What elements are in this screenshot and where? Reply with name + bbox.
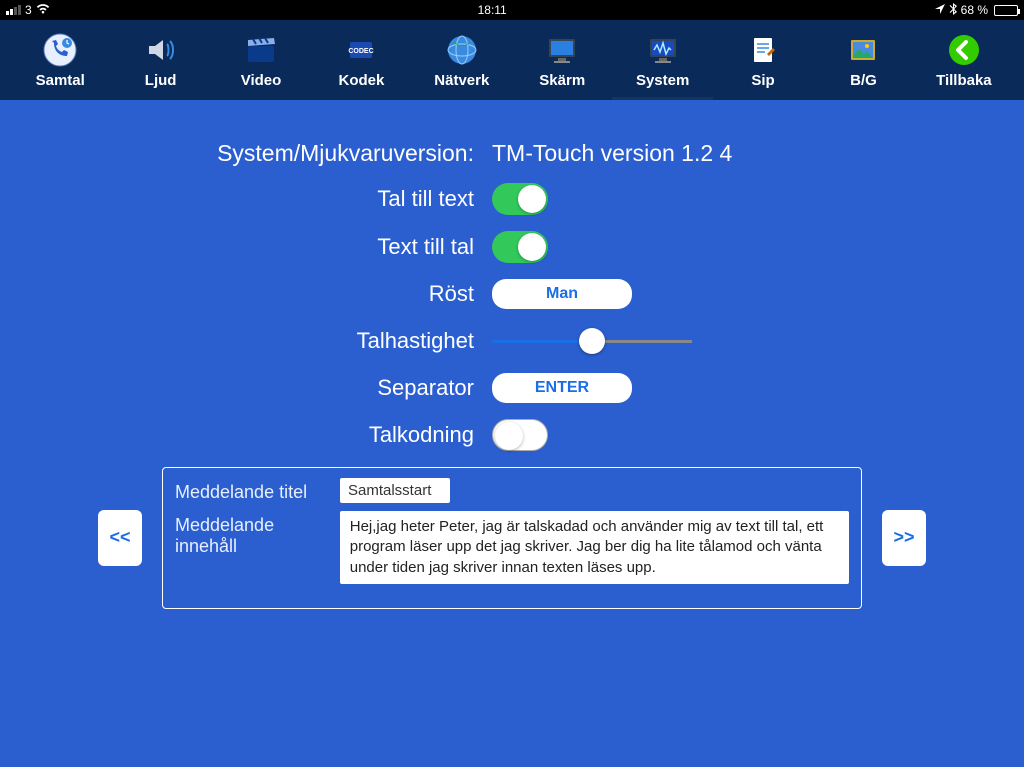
battery-icon	[994, 5, 1018, 16]
globe-icon	[444, 32, 480, 68]
battery-text: 68 %	[961, 3, 988, 17]
message-content-field[interactable]: Hej,jag heter Peter, jag är talskadad oc…	[340, 511, 849, 584]
nav-natverk[interactable]: Nätverk	[412, 20, 512, 100]
status-bar: 3 18:11 68 %	[0, 0, 1024, 20]
phone-icon	[42, 32, 78, 68]
clock: 18:11	[478, 3, 507, 17]
talkodning-label: Talkodning	[132, 422, 492, 448]
nav-label: Samtal	[36, 72, 85, 89]
separator-label: Separator	[132, 375, 492, 401]
text-till-tal-toggle[interactable]	[492, 231, 548, 263]
message-title-label: Meddelande titel	[175, 478, 340, 503]
message-content-label: Meddelande innehåll	[175, 511, 340, 557]
nav-label: Ljud	[145, 72, 177, 89]
version-value: TM-Touch version 1.2 4	[492, 140, 792, 167]
nav-label: Sip	[751, 72, 774, 89]
monitor-icon	[544, 32, 580, 68]
nav-label: Kodek	[339, 72, 385, 89]
row-talkodning: Talkodning	[132, 419, 892, 451]
talhastighet-label: Talhastighet	[132, 328, 492, 354]
nav-label: Skärm	[539, 72, 585, 89]
content: System/Mjukvaruversion: TM-Touch version…	[0, 100, 1024, 609]
rost-button[interactable]: Man	[492, 279, 632, 309]
row-tal-till-text: Tal till text	[132, 183, 892, 215]
signal-icon	[6, 5, 21, 15]
row-version: System/Mjukvaruversion: TM-Touch version…	[132, 140, 892, 167]
carrier-label: 3	[25, 3, 32, 17]
rost-label: Röst	[132, 281, 492, 307]
talhastighet-slider[interactable]	[492, 325, 692, 357]
row-separator: Separator ENTER	[132, 373, 892, 403]
codec-icon: CODEC	[343, 32, 379, 68]
nav-samtal[interactable]: Samtal	[10, 20, 110, 100]
prev-message-button[interactable]: <<	[98, 510, 142, 566]
version-label: System/Mjukvaruversion:	[132, 140, 492, 167]
row-text-till-tal: Text till tal	[132, 231, 892, 263]
row-rost: Röst Man	[132, 279, 892, 309]
message-box: Meddelande titel Samtalsstart Meddelande…	[162, 467, 862, 609]
message-area: << Meddelande titel Samtalsstart Meddela…	[0, 467, 1024, 609]
system-icon	[645, 32, 681, 68]
message-title-field[interactable]: Samtalsstart	[340, 478, 450, 503]
speaker-icon	[143, 32, 179, 68]
nav-skarm[interactable]: Skärm	[512, 20, 612, 100]
nav-label: Tillbaka	[936, 72, 992, 89]
nav-bar: Samtal Ljud Video CODEC Kodek Nätverk Sk…	[0, 20, 1024, 100]
clapperboard-icon	[243, 32, 279, 68]
picture-icon	[845, 32, 881, 68]
nav-video[interactable]: Video	[211, 20, 311, 100]
nav-label: Nätverk	[434, 72, 489, 89]
location-icon	[935, 3, 945, 17]
tal-till-text-label: Tal till text	[132, 186, 492, 212]
message-content-row: Meddelande innehåll Hej,jag heter Peter,…	[175, 511, 849, 584]
nav-label: Video	[241, 72, 282, 89]
nav-tillbaka[interactable]: Tillbaka	[914, 20, 1014, 100]
svg-text:CODEC: CODEC	[349, 48, 374, 55]
wifi-icon	[36, 3, 50, 17]
status-left: 3	[6, 3, 50, 17]
back-icon	[946, 32, 982, 68]
talkodning-toggle[interactable]	[492, 419, 548, 451]
tal-till-text-toggle[interactable]	[492, 183, 548, 215]
row-talhastighet: Talhastighet	[132, 325, 892, 357]
nav-ljud[interactable]: Ljud	[110, 20, 210, 100]
message-title-row: Meddelande titel Samtalsstart	[175, 478, 849, 503]
text-till-tal-label: Text till tal	[132, 234, 492, 260]
settings-panel: System/Mjukvaruversion: TM-Touch version…	[132, 140, 892, 451]
bluetooth-icon	[949, 3, 957, 18]
status-right: 68 %	[935, 3, 1018, 18]
separator-button[interactable]: ENTER	[492, 373, 632, 403]
nav-label: System	[636, 72, 689, 89]
nav-kodek[interactable]: CODEC Kodek	[311, 20, 411, 100]
next-message-button[interactable]: >>	[882, 510, 926, 566]
nav-sip[interactable]: Sip	[713, 20, 813, 100]
notepad-icon	[745, 32, 781, 68]
nav-bg[interactable]: B/G	[813, 20, 913, 100]
nav-label: B/G	[850, 72, 877, 89]
nav-system[interactable]: System	[612, 20, 712, 100]
